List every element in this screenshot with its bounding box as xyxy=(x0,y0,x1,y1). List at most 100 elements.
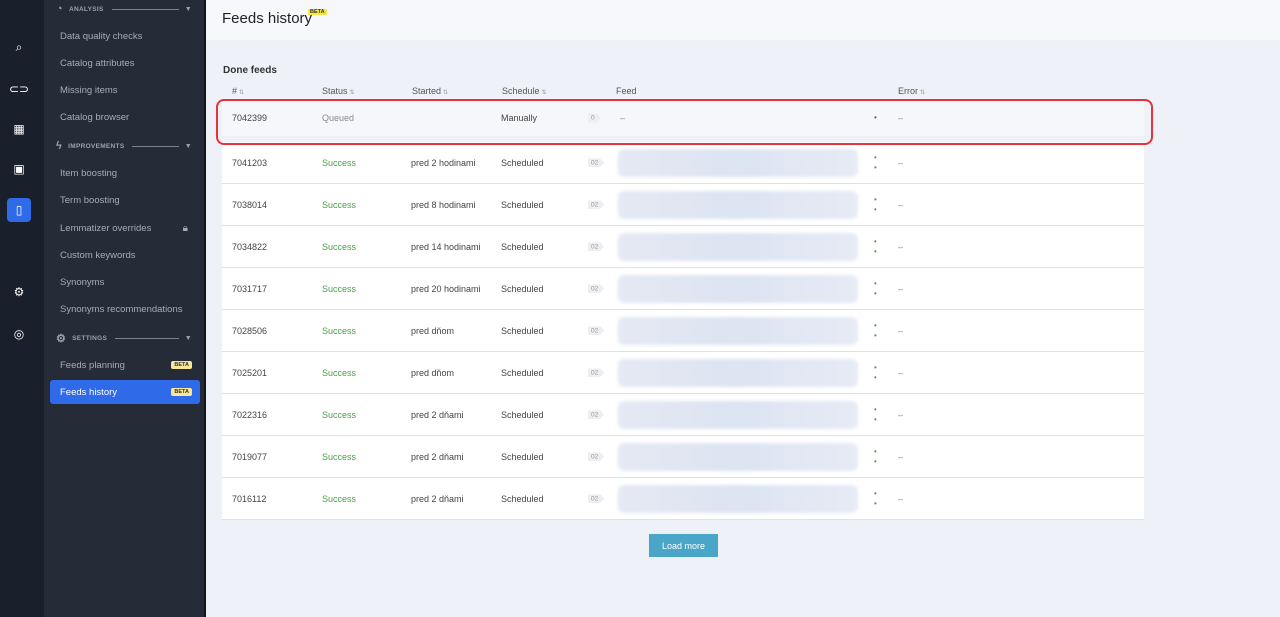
started: pred 20 hodinami xyxy=(411,283,481,294)
count-badge: 02 xyxy=(588,158,605,167)
count-badge: 02 xyxy=(588,368,605,377)
feed-id: 7041203 xyxy=(232,157,268,168)
feed-id: 7031717 xyxy=(232,283,268,294)
table-row[interactable]: 7022316 Success pred 2 dňami Scheduled 02 • •… xyxy=(222,394,1144,436)
count-badge: 02 xyxy=(588,410,605,419)
table-row[interactable]: 7034822 Success pred 14 hodinami Scheduled 0… xyxy=(222,226,1144,268)
feed-preview-blurred[interactable] xyxy=(618,191,858,219)
sidebar-item-catalog-attributes[interactable]: Catalog attributes xyxy=(50,51,200,75)
sidebar-item-synonyms-recommendations[interactable]: Synonyms recommendations xyxy=(50,297,200,321)
feed-preview-blurred[interactable] xyxy=(618,233,858,261)
sidebar-item-label: Feeds planning xyxy=(60,359,125,371)
sidebar-item-custom-keywords[interactable]: Custom keywords xyxy=(50,243,200,267)
lifebuoy-icon[interactable]: ◎ xyxy=(7,322,31,346)
beta-badge: BETA xyxy=(171,361,192,369)
sidebar-item-catalog-browser[interactable]: Catalog browser xyxy=(50,105,200,129)
sidebar-item-label: Synonyms recommendations xyxy=(60,303,183,315)
highlight-outline xyxy=(216,99,1153,145)
status: Success xyxy=(322,367,357,378)
status-dots-icon: • • xyxy=(874,404,877,424)
schedule: Scheduled xyxy=(501,325,544,336)
sidebar-item-term-boosting[interactable]: Term boosting xyxy=(50,188,200,212)
section-settings[interactable]: ⚙ SETTINGS ▼ xyxy=(56,332,192,345)
feed-id: 7038014 xyxy=(232,199,268,210)
status-dots-icon: • • xyxy=(874,446,877,466)
table-row[interactable]: 7031717 Success pred 20 hodinami Scheduled 0… xyxy=(222,268,1144,310)
sidebar-item-label: Synonyms xyxy=(60,276,105,288)
table-row[interactable]: 7019077 Success pred 2 dňami Scheduled 02 • •… xyxy=(222,436,1144,478)
book-icon[interactable]: ▯ xyxy=(7,198,31,222)
feed-preview-blurred[interactable] xyxy=(618,401,858,429)
sidebar-item-data-quality-checks[interactable]: Data quality checks xyxy=(50,24,200,48)
gear-icon[interactable]: ⚙ xyxy=(7,280,31,304)
sidebar-item-label: Catalog browser xyxy=(60,111,130,123)
table-row[interactable]: 7028506 Success pred dňom Scheduled 02 • • – xyxy=(222,310,1144,352)
sidebar-item-missing-items[interactable]: Missing items xyxy=(50,78,200,102)
sidebar-item-feeds-history[interactable]: Feeds history BETA xyxy=(50,380,200,404)
column-header-error[interactable]: Error ⇅ xyxy=(898,86,925,96)
error: – xyxy=(898,451,904,462)
lock-icon: 🔒︎ xyxy=(182,222,188,234)
column-header-started[interactable]: Started ⇅ xyxy=(412,86,448,96)
sort-icon: ⇅ xyxy=(239,90,245,96)
sidebar-item-feeds-planning[interactable]: Feeds planning BETA xyxy=(50,353,200,377)
column-header-schedule[interactable]: Schedule ⇅ xyxy=(502,86,547,96)
error: – xyxy=(898,241,904,252)
sidebar-item-label: Custom keywords xyxy=(60,249,136,261)
grid-icon[interactable]: ▦ xyxy=(7,117,31,141)
section-improvements[interactable]: ϟ IMPROVEMENTS ▼ xyxy=(56,140,192,152)
column-header-label: # xyxy=(232,86,238,96)
feed-preview-blurred[interactable] xyxy=(618,443,858,471)
status: Success xyxy=(322,199,357,210)
status: Success xyxy=(322,283,357,294)
feeds-table: 7042399 Queued Manually 0– • –7041203 Success p… xyxy=(222,100,1144,520)
sidebar-item-lemmatizer-overrides[interactable]: Lemmatizer overrides 🔒︎ xyxy=(50,216,200,240)
table-row[interactable]: 7025201 Success pred dňom Scheduled 02 • • – xyxy=(222,352,1144,394)
gear-icon: ⚙ xyxy=(56,333,67,345)
page-title: Feeds history xyxy=(222,10,313,27)
status: Success xyxy=(322,493,357,504)
status-dots-icon: • • xyxy=(874,236,877,256)
feed-id: 7016112 xyxy=(232,493,267,504)
feed-preview-blurred[interactable] xyxy=(618,149,858,177)
sidebar-item-label: Term boosting xyxy=(60,194,120,206)
load-more-button[interactable]: Load more xyxy=(649,534,718,557)
column-header-label: Error xyxy=(898,86,918,96)
image-icon[interactable]: ▣ xyxy=(7,157,31,181)
schedule: Scheduled xyxy=(501,493,544,504)
column-header-status[interactable]: Status ⇅ xyxy=(322,86,355,96)
table-row[interactable]: 7016112 Success pred 2 dňami Scheduled 02 • •… xyxy=(222,478,1144,520)
table-row[interactable]: 7038014 Success pred 8 hodinami Scheduled 02… xyxy=(222,184,1144,226)
sidebar: ◔ ANALYSIS ▼ ϟ IMPROVEMENTS ▼ ⚙ SETTINGS ▼ Dat… xyxy=(44,0,206,617)
status: Success xyxy=(322,157,357,168)
status-dots-icon: • • xyxy=(874,488,877,508)
page-header: Feeds history BETA xyxy=(206,0,1280,40)
started: pred 2 dňami xyxy=(411,493,464,504)
sidebar-item-label: Item boosting xyxy=(60,167,118,179)
feed-id: 7034822 xyxy=(232,241,268,252)
status: Success xyxy=(322,325,357,336)
started: pred dňom xyxy=(411,325,455,336)
schedule: Scheduled xyxy=(501,157,544,168)
feed-preview-blurred[interactable] xyxy=(618,359,858,387)
feed-preview-blurred[interactable] xyxy=(618,485,858,513)
toggle-icon[interactable]: ⊂⊃ xyxy=(7,77,31,101)
started: pred 2 dňami xyxy=(411,451,464,462)
count-badge: 02 xyxy=(588,284,605,293)
table-row[interactable]: 7041203 Success pred 2 hodinami Scheduled 02… xyxy=(222,142,1144,184)
feed-id: 7022316 xyxy=(232,409,268,420)
column-header-label: Schedule xyxy=(502,86,540,96)
feed-preview-blurred[interactable] xyxy=(618,317,858,345)
sidebar-item-synonyms[interactable]: Synonyms xyxy=(50,270,200,294)
started: pred 14 hodinami xyxy=(411,241,481,252)
status: Success xyxy=(322,451,357,462)
feed-preview-blurred[interactable] xyxy=(618,275,858,303)
chart-pie-icon: ◔ xyxy=(56,3,63,15)
error: – xyxy=(898,367,904,378)
sidebar-item-item-boosting[interactable]: Item boosting xyxy=(50,161,200,185)
search-icon[interactable]: ⌕ xyxy=(7,35,31,59)
column-header-id[interactable]: # ⇅ xyxy=(232,86,244,96)
section-analysis[interactable]: ◔ ANALYSIS ▼ xyxy=(56,3,192,15)
count-badge: 02 xyxy=(588,326,605,335)
count-badge: 02 xyxy=(588,242,605,251)
